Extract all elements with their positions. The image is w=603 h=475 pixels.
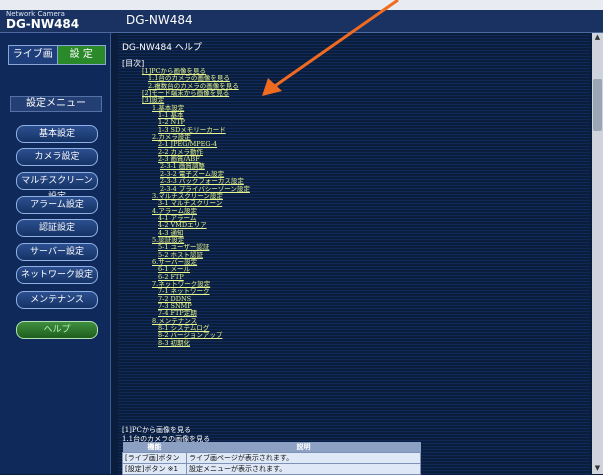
help-button[interactable]: ヘルプ [16,321,98,339]
multiscreen-settings-button[interactable]: マルチスクリーン設定 [16,172,98,202]
toc-link[interactable]: 6-1 メール [122,265,250,273]
header-bar [0,10,603,33]
camera-settings-button[interactable]: カメラ設定 [16,148,98,166]
scroll-down-icon[interactable]: ▼ [593,464,602,473]
section-title: [1]PCから画像を見る [122,426,191,434]
table-cell: ライブ画ページが表示されます。 [186,452,421,464]
mode-tabs: ライブ画 設 定 [8,45,106,65]
toc-link[interactable]: 1-1 基本 [122,111,250,119]
table-header-description: 説明 [186,442,421,453]
toc-link[interactable]: 1.基本設定 [122,104,250,112]
scroll-thumb[interactable] [593,79,602,131]
network-settings-button[interactable]: ネットワーク設定 [16,266,98,284]
function-table: 機能 説明 [ライブ画]ボタン ライブ画ページが表示されます。 [設定]ボタン … [122,442,421,475]
brand: Network Camera DG-NW484 [6,10,79,31]
vertical-scrollbar[interactable]: ▲ ▼ [592,33,603,474]
maintenance-button[interactable]: メンテナンス [16,291,98,309]
table-row: [ライブ画]ボタン ライブ画ページが表示されます。 [122,452,421,464]
live-mode-button[interactable]: ライブ画 [9,46,57,64]
alarm-settings-button[interactable]: アラーム設定 [16,196,98,214]
toc-link[interactable]: 4-3 通知 [122,229,250,237]
page-title: DG-NW484 [126,13,193,27]
table-header-row: 機能 説明 [122,442,421,453]
scroll-up-icon[interactable]: ▲ [593,33,602,42]
toc-list: [1]PCから画像を見る 1.1台のカメラの画像を見る 2.複数台のカメラの画像を見… [122,67,250,347]
toc-link[interactable]: 4-2 VMDエリア [122,221,250,229]
top-strip [0,0,603,10]
table-cell: [ライブ画]ボタン [122,452,187,464]
table-cell: 設定メニューが表示されます。 [186,463,421,475]
settings-menu-title: 設定メニュー [10,96,102,112]
brand-model: DG-NW484 [6,17,80,31]
basic-settings-button[interactable]: 基本設定 [16,125,98,143]
server-settings-button[interactable]: サーバー設定 [16,243,98,261]
auth-settings-button[interactable]: 認証設定 [16,219,98,237]
help-heading: DG-NW484 ヘルプ [122,43,202,53]
table-header-function: 機能 [122,442,187,453]
table-row: [設定]ボタン ※1 設定メニューが表示されます。 [122,463,421,475]
toc-link[interactable]: 8-3 初期化 [122,339,250,347]
setup-mode-button[interactable]: 設 定 [56,46,105,64]
table-cell: [設定]ボタン ※1 [122,463,187,475]
toc-link[interactable]: [3]設定 [122,97,250,105]
